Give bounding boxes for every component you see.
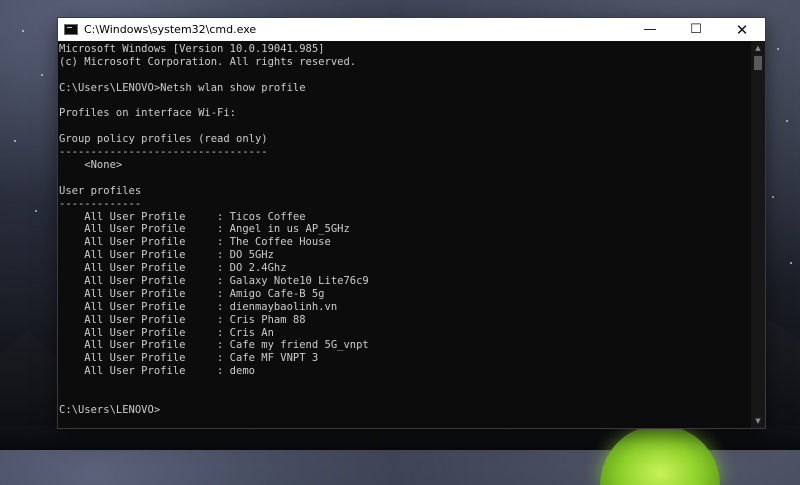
scroll-down-icon[interactable]: ▼	[751, 414, 765, 428]
console-line: All User Profile : Cris Pham 88	[59, 313, 306, 326]
console-line: Microsoft Windows [Version 10.0.19041.98…	[59, 43, 325, 55]
console-line: (c) Microsoft Corporation. All rights re…	[59, 55, 357, 68]
star	[790, 262, 792, 264]
console-line: Profiles on interface Wi-Fi:	[59, 107, 237, 120]
console-line: All User Profile : Ticos Coffee	[59, 210, 306, 223]
console-line: All User Profile : demo	[59, 365, 255, 378]
star	[777, 48, 779, 50]
console-line: All User Profile : Cris An	[59, 326, 274, 339]
star	[35, 210, 37, 212]
console-line: All User Profile : DO 5GHz	[59, 249, 274, 262]
star	[14, 140, 16, 142]
star	[772, 196, 774, 198]
console-line: C:\Users\LENOVO>	[59, 403, 161, 416]
scroll-up-icon[interactable]: ▲	[751, 41, 765, 55]
window-controls: — ☐ ✕	[627, 18, 765, 41]
console-line: User profiles	[59, 184, 142, 197]
console-line: All User Profile : Angel in us AP_5GHz	[59, 223, 350, 236]
cmd-window[interactable]: C:\Windows\system32\cmd.exe — ☐ ✕ Micros…	[58, 18, 765, 428]
console-line: All User Profile : The Coffee House	[59, 236, 331, 249]
minimize-icon[interactable]: —	[627, 18, 673, 41]
star	[41, 74, 43, 76]
console-line: -------------	[59, 197, 142, 210]
console-line: All User Profile : Amigo Cafe-B 5g	[59, 287, 325, 300]
console-line: C:\Users\LENOVO>Netsh wlan show profile	[59, 81, 306, 94]
close-icon[interactable]: ✕	[719, 18, 765, 41]
cmd-app-icon[interactable]	[64, 24, 78, 35]
console-line: All User Profile : DO 2.4Ghz	[59, 262, 287, 275]
star	[22, 30, 24, 32]
maximize-icon[interactable]: ☐	[673, 18, 719, 41]
vertical-scrollbar[interactable]: ▲ ▼	[751, 41, 765, 428]
console-line: All User Profile : Cafe MF VNPT 3	[59, 352, 319, 365]
title-bar[interactable]: C:\Windows\system32\cmd.exe — ☐ ✕	[58, 18, 765, 41]
scroll-thumb[interactable]	[754, 56, 762, 70]
console-line: Group policy profiles (read only)	[59, 133, 268, 146]
window-title: C:\Windows\system32\cmd.exe	[84, 23, 257, 36]
star	[786, 120, 788, 122]
console-line: All User Profile : Galaxy Note10 Lite76c…	[59, 275, 369, 288]
console-line: <None>	[59, 159, 123, 172]
console-line: All User Profile : dienmaybaolinh.vn	[59, 300, 338, 313]
console-line: ---------------------------------	[59, 146, 268, 159]
console-output[interactable]: Microsoft Windows [Version 10.0.19041.98…	[58, 41, 751, 428]
console-line: All User Profile : Cafe my friend 5G_vnp…	[59, 339, 369, 352]
